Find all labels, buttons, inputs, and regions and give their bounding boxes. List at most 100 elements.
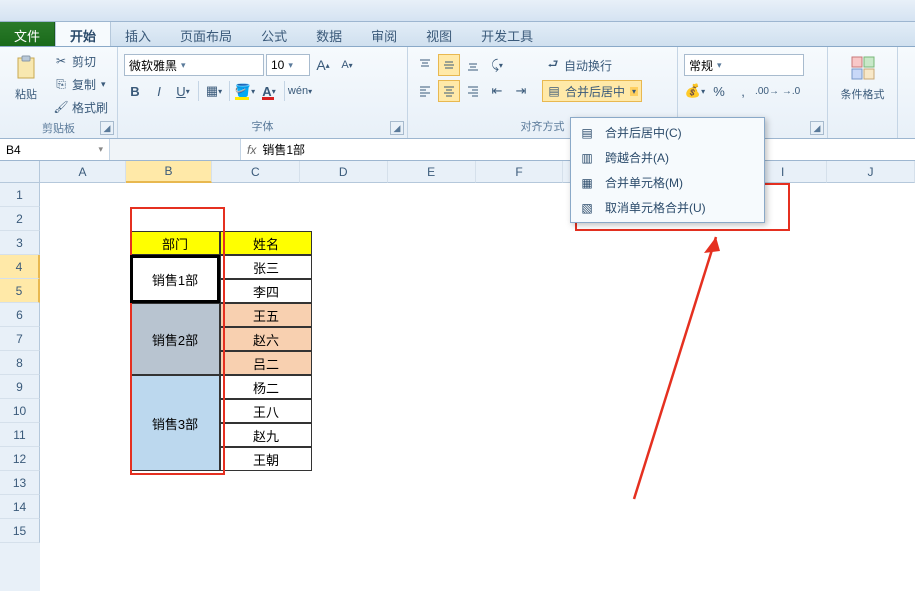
align-left-button[interactable] — [414, 80, 436, 102]
cell[interactable]: 销售3部 — [130, 375, 220, 471]
unmerge-item[interactable]: ▧取消单元格合并(U) — [573, 195, 762, 220]
col-header-E[interactable]: E — [388, 161, 476, 183]
col-header-J[interactable]: J — [827, 161, 915, 183]
merge-cells-icon: ▦ — [577, 175, 597, 191]
row-header-4[interactable]: 4 — [0, 255, 40, 279]
dec-decimal-button[interactable]: →.0 — [780, 80, 802, 102]
ribbon: 粘贴 ✂剪切 ⎘复制▾ 🖌格式刷 剪贴板 ◢ 微软雅黑▾ 10▾ A▴ A▾ B… — [0, 47, 915, 139]
row-header-3[interactable]: 3 — [0, 231, 40, 255]
indent-increase-button[interactable]: ⇥ — [510, 80, 532, 102]
cond-format-button[interactable]: 条件格式 — [834, 50, 891, 104]
tab-file[interactable]: 文件 — [0, 22, 55, 46]
col-header-B[interactable]: B — [126, 161, 212, 183]
shrink-font-button[interactable]: A▾ — [336, 54, 358, 76]
paste-button[interactable]: 粘贴 — [6, 50, 46, 104]
format-painter-button[interactable]: 🖌格式刷 — [50, 96, 111, 118]
cond-label: 条件格式 — [841, 86, 885, 102]
accounting-button[interactable]: 💰▾ — [684, 80, 706, 102]
inc-decimal-button[interactable]: .00→ — [756, 80, 778, 102]
merge-cells-item[interactable]: ▦合并单元格(M) — [573, 170, 762, 195]
align-center-button[interactable] — [438, 80, 460, 102]
row-header-7[interactable]: 7 — [0, 327, 40, 351]
merge-center-button[interactable]: ▤合并后居中▾ — [542, 80, 642, 102]
tab-home[interactable]: 开始 — [55, 22, 111, 46]
unmerge-icon: ▧ — [577, 200, 597, 216]
align-right-button[interactable] — [462, 80, 484, 102]
cell[interactable]: 赵九 — [220, 423, 312, 447]
tab-data[interactable]: 数据 — [302, 22, 357, 46]
col-header-D[interactable]: D — [300, 161, 388, 183]
cell[interactable]: 销售1部 — [130, 255, 220, 303]
number-launcher[interactable]: ◢ — [810, 121, 824, 135]
cell[interactable]: 赵六 — [220, 327, 312, 351]
spreadsheet-grid[interactable]: 123456789101112131415 ABCDEFGHIJ 部门姓名销售1… — [0, 161, 915, 591]
cut-button[interactable]: ✂剪切 — [50, 50, 111, 72]
font-launcher[interactable]: ◢ — [390, 121, 404, 135]
cell[interactable]: 王八 — [220, 399, 312, 423]
bold-button[interactable]: B — [124, 80, 146, 102]
row-header-14[interactable]: 14 — [0, 495, 40, 519]
merge-center-item[interactable]: ▤合并后居中(C) — [573, 120, 762, 145]
merge-icon: ▤ — [546, 83, 562, 99]
row-header-15[interactable]: 15 — [0, 519, 40, 543]
row-header-11[interactable]: 11 — [0, 423, 40, 447]
cell[interactable]: 杨二 — [220, 375, 312, 399]
tab-formula[interactable]: 公式 — [247, 22, 302, 46]
number-format-combo[interactable]: 常规▾ — [684, 54, 804, 76]
col-header-A[interactable]: A — [40, 161, 126, 183]
cell[interactable]: 姓名 — [220, 231, 312, 255]
wrap-text-button[interactable]: ⮐自动换行 — [542, 54, 642, 76]
tab-insert[interactable]: 插入 — [111, 22, 166, 46]
underline-button[interactable]: U▾ — [172, 80, 194, 102]
percent-button[interactable]: % — [708, 80, 730, 102]
tab-layout[interactable]: 页面布局 — [166, 22, 247, 46]
row-header-6[interactable]: 6 — [0, 303, 40, 327]
clipboard-launcher[interactable]: ◢ — [100, 121, 114, 135]
cell[interactable]: 张三 — [220, 255, 312, 279]
fx-icon[interactable]: fx — [247, 143, 256, 157]
cell[interactable]: 销售2部 — [130, 303, 220, 375]
indent-decrease-button[interactable]: ⇤ — [486, 80, 508, 102]
row-header-5[interactable]: 5 — [0, 279, 40, 303]
row-header-13[interactable]: 13 — [0, 471, 40, 495]
copy-button[interactable]: ⎘复制▾ — [50, 73, 111, 95]
cell[interactable]: 部门 — [130, 231, 220, 255]
cell[interactable]: 王五 — [220, 303, 312, 327]
formula-input[interactable]: 销售1部 — [262, 141, 305, 158]
row-header-12[interactable]: 12 — [0, 447, 40, 471]
paste-label: 粘贴 — [15, 86, 37, 102]
formula-bar: B4▾ fx 销售1部 — [0, 139, 915, 161]
align-middle-button[interactable] — [438, 54, 460, 76]
cell[interactable]: 王朝 — [220, 447, 312, 471]
row-header-10[interactable]: 10 — [0, 399, 40, 423]
grow-font-button[interactable]: A▴ — [312, 54, 334, 76]
row-header-8[interactable]: 8 — [0, 351, 40, 375]
col-header-F[interactable]: F — [476, 161, 564, 183]
comma-button[interactable]: , — [732, 80, 754, 102]
font-size-combo[interactable]: 10▾ — [266, 54, 310, 76]
group-font: 微软雅黑▾ 10▾ A▴ A▾ B I U▾ ▦▾ 🪣▾ A▾ wén▾ 字体 … — [118, 47, 408, 138]
font-name-combo[interactable]: 微软雅黑▾ — [124, 54, 264, 76]
fill-color-button[interactable]: 🪣▾ — [234, 80, 256, 102]
row-header-2[interactable]: 2 — [0, 207, 40, 231]
merge-across-item[interactable]: ▥跨越合并(A) — [573, 145, 762, 170]
font-color-button[interactable]: A▾ — [258, 80, 280, 102]
italic-button[interactable]: I — [148, 80, 170, 102]
row-header-9[interactable]: 9 — [0, 375, 40, 399]
tab-dev[interactable]: 开发工具 — [467, 22, 548, 46]
col-header-C[interactable]: C — [212, 161, 300, 183]
select-all-corner[interactable] — [0, 161, 40, 183]
cell[interactable]: 吕二 — [220, 351, 312, 375]
orientation-button[interactable]: ⤹▾ — [486, 54, 508, 76]
merge-across-icon: ▥ — [577, 150, 597, 166]
border-button[interactable]: ▦▾ — [203, 80, 225, 102]
align-top-button[interactable] — [414, 54, 436, 76]
tab-review[interactable]: 审阅 — [357, 22, 412, 46]
cell[interactable]: 李四 — [220, 279, 312, 303]
name-box[interactable]: B4▾ — [0, 139, 110, 160]
phonetic-button[interactable]: wén▾ — [289, 80, 311, 102]
row-header-1[interactable]: 1 — [0, 183, 40, 207]
merge-center-icon: ▤ — [577, 125, 597, 141]
align-bottom-button[interactable] — [462, 54, 484, 76]
tab-view[interactable]: 视图 — [412, 22, 467, 46]
